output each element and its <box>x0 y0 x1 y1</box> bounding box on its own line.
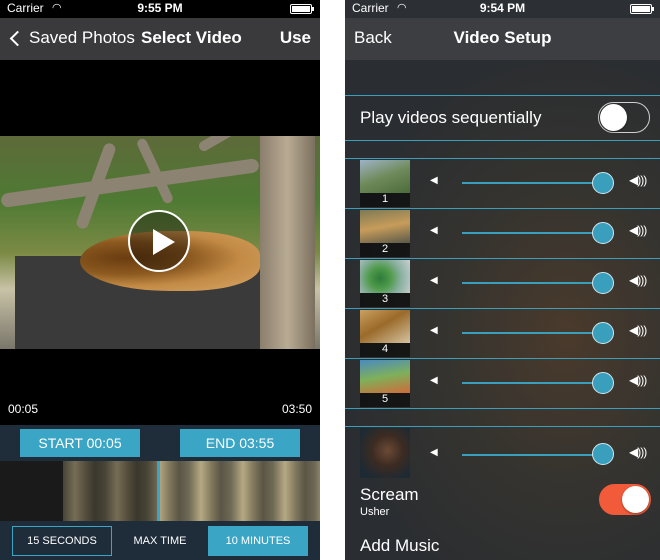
battery-icon <box>630 4 654 14</box>
video-thumbnail[interactable] <box>360 160 410 193</box>
nav-bar: Back Video Setup <box>345 18 660 60</box>
status-bar: Carrier ◠ 9:54 PM <box>345 0 660 18</box>
song-artist: Usher <box>360 506 390 518</box>
volume-slider-handle[interactable] <box>592 172 614 194</box>
scrubber-handle[interactable] <box>157 461 160 523</box>
sequential-label: Play videos sequentially <box>360 108 542 127</box>
video-player[interactable] <box>0 60 320 425</box>
volume-high-icon: ◀))) <box>629 373 647 387</box>
volume-slider-handle[interactable] <box>592 222 614 244</box>
video-number: 5 <box>360 393 410 407</box>
status-time: 9:54 PM <box>479 1 526 15</box>
add-music-button[interactable]: Add Music <box>360 536 439 556</box>
sequential-row: Play videos sequentially <box>345 96 660 140</box>
volume-slider-handle[interactable] <box>592 322 614 344</box>
play-button[interactable] <box>128 210 190 272</box>
video-thumbnail[interactable] <box>360 310 410 343</box>
song-title: Scream <box>360 485 419 504</box>
volume-low-icon: ◀ <box>430 325 438 336</box>
volume-slider-handle[interactable] <box>592 372 614 394</box>
video-filmstrip[interactable] <box>0 461 320 523</box>
volume-high-icon: ◀))) <box>629 273 647 287</box>
volume-high-icon: ◀))) <box>629 323 647 337</box>
video-row-2: 2 ◀ ◀))) <box>345 208 660 258</box>
music-toggle[interactable] <box>599 484 651 515</box>
page-title: Video Setup <box>453 28 552 47</box>
volume-low-icon: ◀ <box>430 375 438 386</box>
volume-low-icon: ◀ <box>430 275 438 286</box>
video-number: 1 <box>360 193 410 207</box>
volume-slider-handle[interactable] <box>592 272 614 294</box>
duration-time: 03:50 <box>281 402 312 416</box>
volume-slider-track[interactable] <box>462 182 604 184</box>
volume-slider-track[interactable] <box>462 232 604 234</box>
music-volume-slider-track[interactable] <box>462 454 604 456</box>
status-time: 9:55 PM <box>137 1 183 15</box>
trim-end-button[interactable]: END 03:55 <box>180 429 300 457</box>
music-row: ◀ ◀))) <box>345 428 660 480</box>
video-thumbnail[interactable] <box>360 260 410 293</box>
video-row-5: 5 ◀ ◀))) <box>345 358 660 408</box>
duration-max-time-button[interactable]: MAX TIME <box>112 526 208 556</box>
battery-icon <box>290 4 314 14</box>
video-number: 3 <box>360 293 410 307</box>
volume-slider-track[interactable] <box>462 382 604 384</box>
back-button[interactable]: Saved Photos <box>6 28 135 48</box>
video-setup-screen: Carrier ◠ 9:54 PM Back Video Setup Play … <box>345 0 660 560</box>
chevron-left-icon <box>9 30 26 46</box>
album-art[interactable] <box>360 428 410 478</box>
music-volume-slider-handle[interactable] <box>592 443 614 465</box>
duration-selector: 15 SECONDS MAX TIME 10 MINUTES <box>0 521 320 560</box>
video-thumbnail[interactable] <box>360 360 410 393</box>
back-label: Saved Photos <box>29 28 135 47</box>
page-title: Select Video <box>141 28 242 47</box>
play-icon <box>153 229 175 255</box>
duration-10-minutes-button[interactable]: 10 MINUTES <box>208 526 308 556</box>
sequential-toggle[interactable] <box>598 102 650 133</box>
video-number: 4 <box>360 343 410 357</box>
trim-bar: START 00:05 END 03:55 <box>0 425 320 461</box>
volume-slider-track[interactable] <box>462 332 604 334</box>
trim-start-button[interactable]: START 00:05 <box>20 429 140 457</box>
duration-15-seconds-button[interactable]: 15 SECONDS <box>12 526 112 556</box>
volume-high-icon: ◀))) <box>629 445 647 459</box>
video-number: 2 <box>360 243 410 257</box>
video-thumbnail[interactable] <box>360 210 410 243</box>
video-row-1: 1 ◀ ◀))) <box>345 158 660 208</box>
video-row-3: 3 ◀ ◀))) <box>345 258 660 308</box>
volume-low-icon: ◀ <box>430 175 438 186</box>
volume-low-icon: ◀ <box>430 447 438 458</box>
use-button[interactable]: Use <box>280 28 311 48</box>
select-video-screen: Carrier ◠ 9:55 PM Saved Photos Select Vi… <box>0 0 320 560</box>
volume-high-icon: ◀))) <box>629 223 647 237</box>
elapsed-time: 00:05 <box>8 402 39 416</box>
volume-slider-track[interactable] <box>462 282 604 284</box>
volume-high-icon: ◀))) <box>629 173 647 187</box>
video-row-4: 4 ◀ ◀))) <box>345 308 660 358</box>
status-bar: Carrier ◠ 9:55 PM <box>0 0 320 18</box>
volume-low-icon: ◀ <box>430 225 438 236</box>
nav-bar: Saved Photos Select Video Use <box>0 18 320 60</box>
